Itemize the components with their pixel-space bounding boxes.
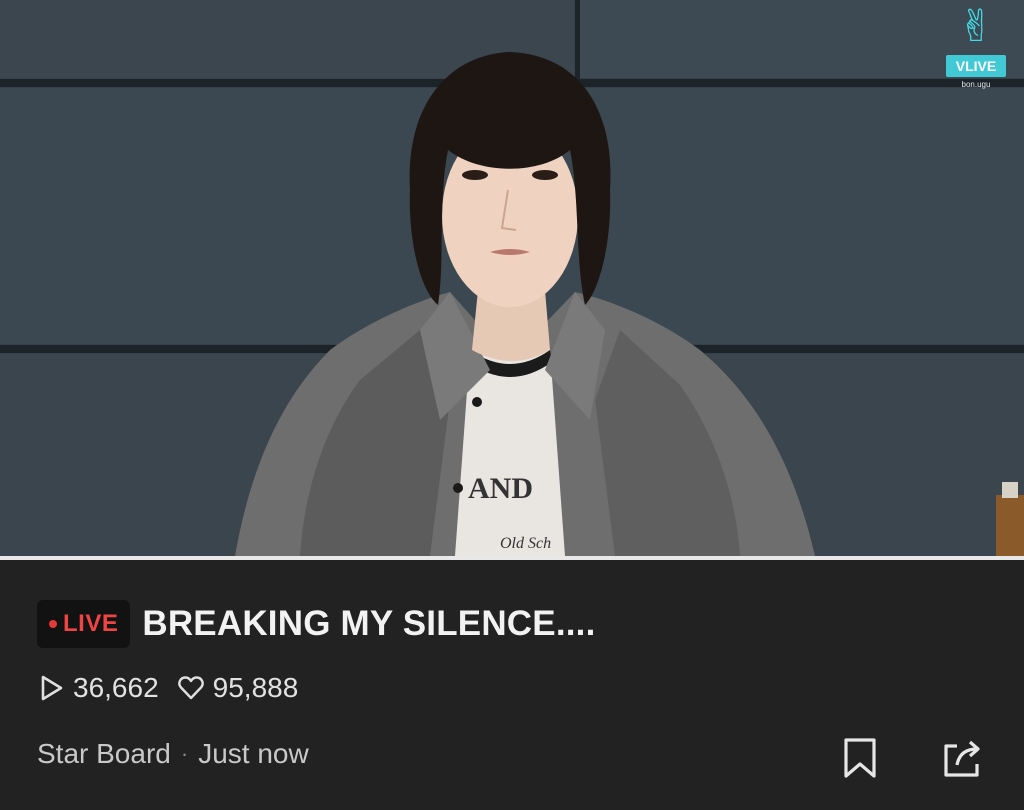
live-badge: LIVE (37, 600, 131, 648)
view-count: 36,662 (73, 672, 159, 703)
channel-tag: bon.ugu (961, 80, 991, 89)
bookmark-icon (844, 738, 876, 778)
timestamp: Just now (198, 738, 309, 769)
bookmark-button[interactable] (838, 736, 882, 780)
stats-row: 36,662 95,888 (37, 670, 316, 706)
heart-icon (177, 676, 204, 700)
meta-row: Star Board · Just now (37, 736, 309, 772)
stream-info: LIVE BREAKING MY SILENCE.... 36,662 95,8… (0, 560, 1024, 810)
share-icon (944, 740, 980, 777)
svg-text:Old Sch: Old Sch (500, 535, 551, 552)
play-icon (41, 675, 63, 701)
title-row: LIVE BREAKING MY SILENCE.... (37, 600, 596, 648)
share-button[interactable] (940, 736, 984, 780)
meta-separator: · (180, 741, 189, 766)
vlive-label: VLIVE (946, 55, 1006, 77)
like-count: 95,888 (212, 672, 299, 703)
board-link[interactable]: Star Board (37, 738, 171, 770)
streamer-figure: AND Old Sch (235, 52, 1024, 556)
live-dot-icon (49, 620, 57, 628)
live-label: LIVE (63, 610, 119, 637)
stream-title[interactable]: BREAKING MY SILENCE.... (142, 604, 595, 644)
video-player[interactable]: AND Old Sch ✌ VLIVE bon.ugu (0, 0, 1024, 556)
svg-text:AND: AND (468, 472, 533, 505)
v-hand-icon: ✌ (957, 2, 995, 51)
vlive-watermark: ✌ VLIVE bon.ugu (946, 2, 1006, 90)
